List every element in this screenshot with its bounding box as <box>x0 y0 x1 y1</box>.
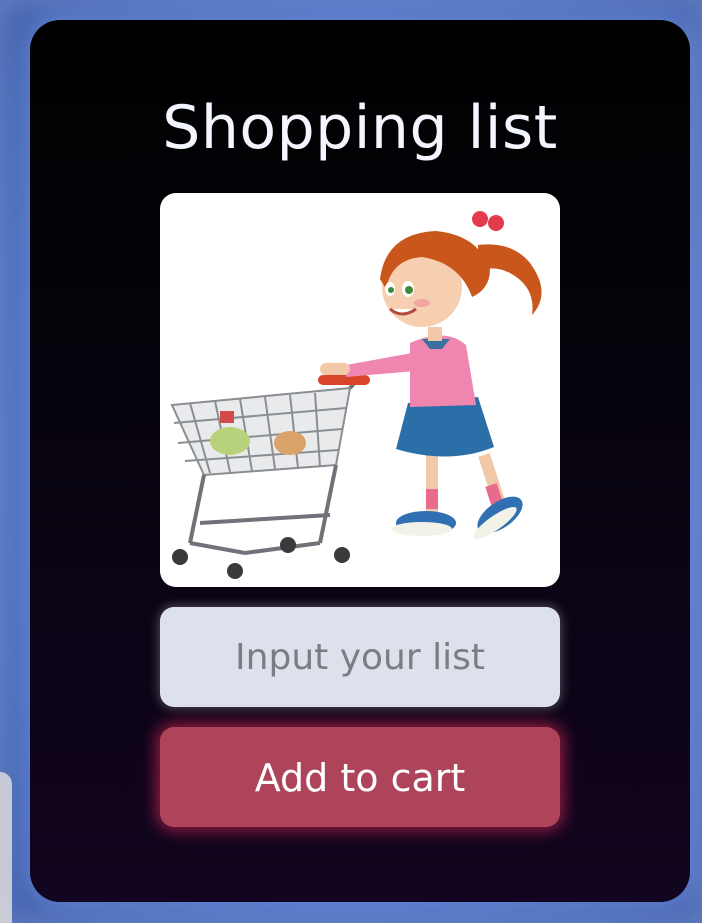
side-drawer-handle[interactable] <box>0 772 12 923</box>
page-title: Shopping list <box>162 93 558 163</box>
girl-with-cart-illustration <box>170 211 542 579</box>
add-to-cart-button[interactable]: Add to cart <box>160 727 560 827</box>
list-input[interactable] <box>160 607 560 707</box>
shopping-girl-image <box>160 193 560 587</box>
shopping-card: Shopping list Input your list Add to car… <box>30 20 690 902</box>
page-background: Shopping list Input your list Add to car… <box>0 0 702 923</box>
